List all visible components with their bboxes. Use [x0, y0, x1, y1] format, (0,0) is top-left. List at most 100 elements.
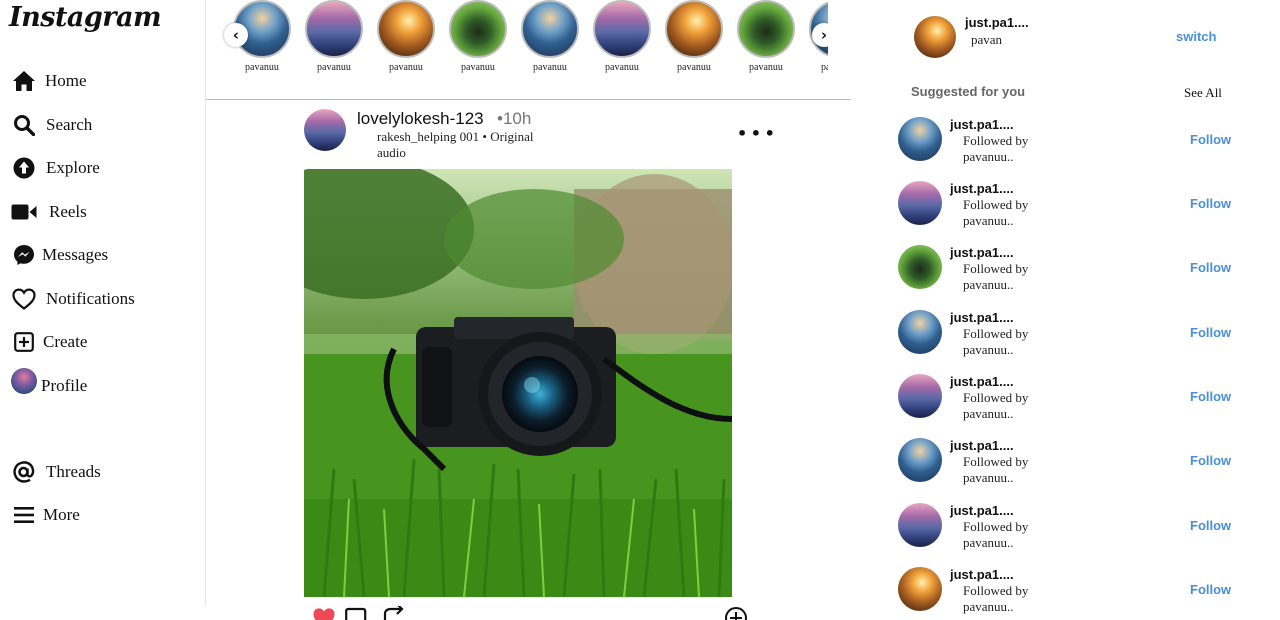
- story-name: pavanuu: [533, 62, 567, 73]
- suggestion-avatar[interactable]: [898, 567, 942, 611]
- story-item[interactable]: pavanuu: [376, 0, 436, 73]
- nav-explore-label: Explore: [46, 158, 100, 177]
- nav-threads[interactable]: Threads: [11, 458, 101, 486]
- reels-icon: [11, 199, 37, 225]
- nav-notifications[interactable]: Notifications: [11, 285, 135, 313]
- nav-search[interactable]: Search: [11, 111, 92, 139]
- suggestion-username[interactable]: just.pa1....: [950, 567, 1014, 582]
- story-item[interactable]: pavanuu: [736, 0, 796, 73]
- comment-icon[interactable]: [345, 606, 367, 620]
- explore-icon: [11, 155, 37, 181]
- suggestion-avatar[interactable]: [898, 438, 942, 482]
- nav-explore[interactable]: Explore: [11, 154, 100, 182]
- current-user-avatar[interactable]: [914, 16, 956, 58]
- suggestion-item: just.pa1.... Followed by pavanuu.. Follo…: [898, 374, 1248, 421]
- threads-icon: [11, 459, 37, 485]
- nav-home[interactable]: Home: [11, 67, 87, 95]
- post-username[interactable]: lovelylokesh-123: [357, 109, 484, 129]
- suggestion-avatar[interactable]: [898, 374, 942, 418]
- story-name: pavanuu: [389, 62, 423, 73]
- post-image[interactable]: [304, 169, 732, 597]
- post-actions: [312, 603, 752, 620]
- suggestion-followed-name: pavanuu..: [963, 277, 1014, 292]
- suggestion-avatar[interactable]: [898, 503, 942, 547]
- post-time: •10h: [497, 109, 532, 128]
- search-icon: [11, 112, 37, 138]
- add-circle-icon[interactable]: [724, 606, 748, 620]
- suggestion-item: just.pa1.... Followed by pavanuu.. Follo…: [898, 438, 1248, 485]
- post-time-value: 10h: [502, 109, 532, 128]
- more-dots-icon[interactable]: • • •: [737, 124, 775, 143]
- nav-more-label: More: [43, 505, 80, 524]
- home-icon: [11, 68, 37, 94]
- follow-button[interactable]: Follow: [1190, 389, 1231, 404]
- story-avatar: [737, 0, 795, 58]
- follow-button[interactable]: Follow: [1190, 196, 1231, 211]
- chevron-left-icon[interactable]: ‹: [224, 23, 248, 47]
- heart-icon[interactable]: [312, 606, 336, 620]
- suggestion-followed-name: pavanuu..: [963, 342, 1014, 357]
- suggestion-username[interactable]: just.pa1....: [950, 245, 1014, 260]
- suggestion-followed-by: Followed by: [963, 261, 1029, 276]
- sidebar: Instagram Home Search Explore Reels Mess…: [0, 0, 206, 606]
- nav-create[interactable]: Create: [11, 328, 87, 356]
- share-icon[interactable]: [382, 603, 406, 620]
- suggestion-followed-by: Followed by: [963, 326, 1029, 341]
- nav-profile[interactable]: Profile: [11, 366, 87, 396]
- nav-profile-label: Profile: [41, 376, 88, 395]
- stories-bar: pavanuu pavanuu pavanuu pavanuu pavanuu …: [206, 0, 828, 78]
- nav-messages[interactable]: Messages: [11, 241, 108, 269]
- see-all-link[interactable]: See All: [1184, 85, 1222, 101]
- suggestion-avatar[interactable]: [898, 245, 942, 289]
- suggestion-followed-name: pavanuu..: [963, 406, 1014, 421]
- story-item[interactable]: pavanuu: [592, 0, 652, 73]
- suggestion-username[interactable]: just.pa1....: [950, 374, 1014, 389]
- suggestion-avatar[interactable]: [898, 181, 942, 225]
- nav-reels[interactable]: Reels: [11, 198, 87, 226]
- current-user-username[interactable]: just.pa1....: [965, 15, 1029, 30]
- suggestion-followed-by: Followed by: [963, 583, 1029, 598]
- suggestion-item: just.pa1.... Followed by pavanuu.. Follo…: [898, 117, 1248, 164]
- suggestion-avatar[interactable]: [898, 117, 942, 161]
- follow-button[interactable]: Follow: [1190, 132, 1231, 147]
- suggestion-followed-by: Followed by: [963, 454, 1029, 469]
- profile-avatar: [11, 368, 37, 394]
- suggestion-username[interactable]: just.pa1....: [950, 117, 1014, 132]
- story-item[interactable]: pavanuu: [304, 0, 364, 73]
- follow-button[interactable]: Follow: [1190, 260, 1231, 275]
- story-name: pavanuu: [821, 62, 828, 73]
- suggestion-item: just.pa1.... Followed by pavanuu.. Follo…: [898, 310, 1248, 357]
- suggestion-item: just.pa1.... Followed by pavanuu.. Follo…: [898, 567, 1248, 614]
- suggestion-followed-by: Followed by: [963, 197, 1029, 212]
- story-item[interactable]: pavanuu: [664, 0, 724, 73]
- follow-button[interactable]: Follow: [1190, 325, 1231, 340]
- story-item[interactable]: pavanuu: [448, 0, 508, 73]
- follow-button[interactable]: Follow: [1190, 582, 1231, 597]
- suggestion-followed-name: pavanuu..: [963, 535, 1014, 550]
- post-audio-line2[interactable]: audio: [377, 145, 406, 161]
- suggestion-username[interactable]: just.pa1....: [950, 181, 1014, 196]
- instagram-logo[interactable]: Instagram: [9, 2, 162, 33]
- story-name: pavanuu: [677, 62, 711, 73]
- story-name: pavanuu: [317, 62, 351, 73]
- follow-button[interactable]: Follow: [1190, 518, 1231, 533]
- suggestion-avatar[interactable]: [898, 310, 942, 354]
- suggestion-username[interactable]: just.pa1....: [950, 310, 1014, 325]
- post-author-avatar[interactable]: [304, 109, 346, 151]
- post-audio-line1[interactable]: rakesh_helping 001 • Original: [377, 129, 534, 145]
- messenger-icon: [11, 242, 37, 268]
- switch-account-link[interactable]: switch: [1176, 29, 1216, 44]
- suggestion-username[interactable]: just.pa1....: [950, 438, 1014, 453]
- story-name: pavanuu: [245, 62, 279, 73]
- follow-button[interactable]: Follow: [1190, 453, 1231, 468]
- story-avatar: [665, 0, 723, 58]
- suggestion-followed-name: pavanuu..: [963, 149, 1014, 164]
- suggestion-item: just.pa1.... Followed by pavanuu.. Follo…: [898, 503, 1248, 550]
- heart-icon: [11, 286, 37, 312]
- suggestion-username[interactable]: just.pa1....: [950, 503, 1014, 518]
- story-name: pavanuu: [461, 62, 495, 73]
- nav-home-label: Home: [45, 71, 87, 90]
- story-item[interactable]: pavanuu: [520, 0, 580, 73]
- suggestion-followed-name: pavanuu..: [963, 599, 1014, 614]
- nav-more[interactable]: More: [11, 501, 80, 529]
